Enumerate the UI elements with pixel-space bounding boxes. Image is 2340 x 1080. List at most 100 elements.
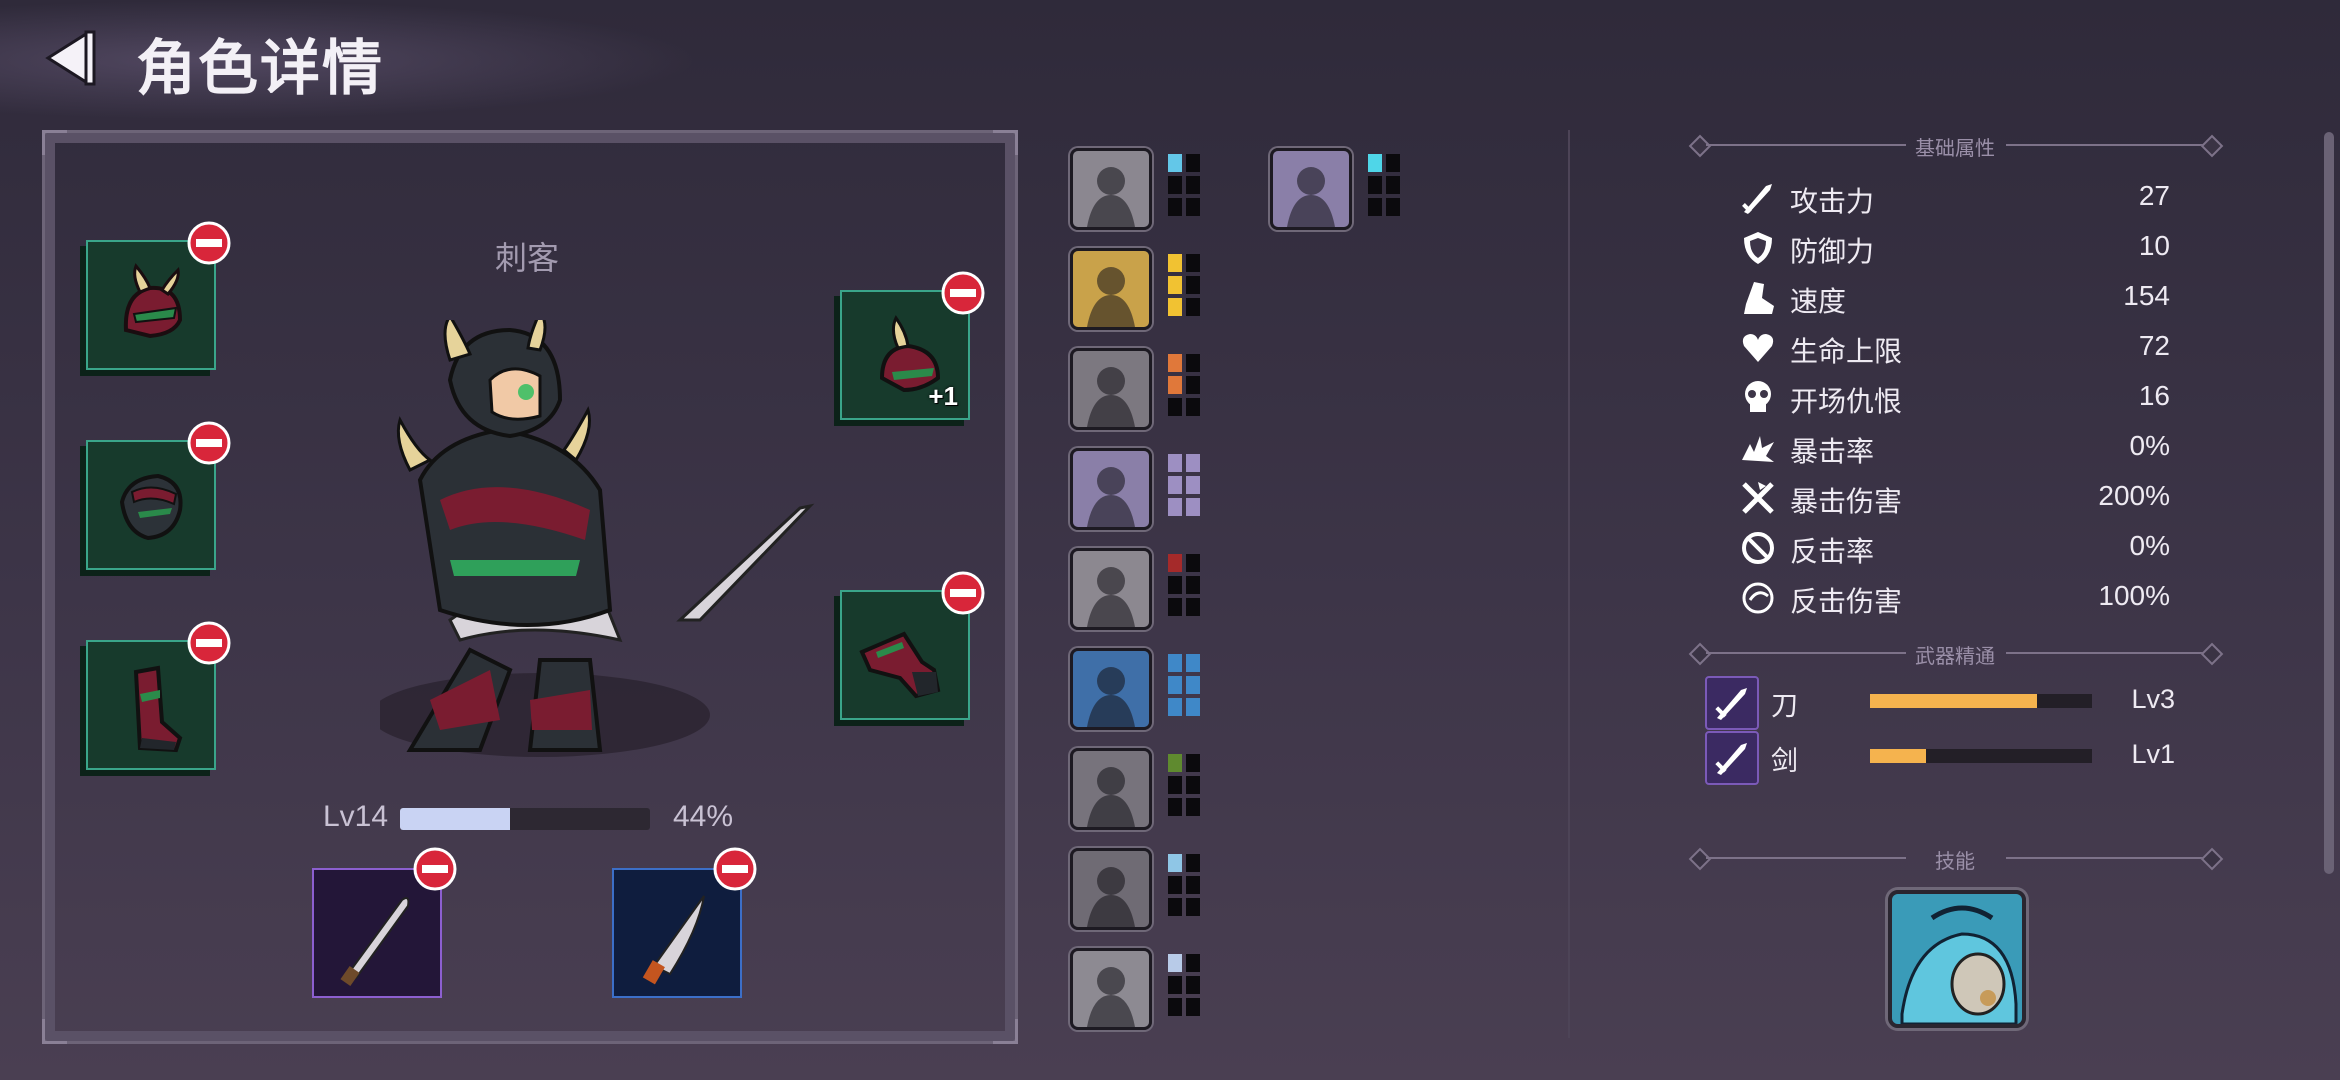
attribute-name: 攻击力: [1790, 186, 1875, 217]
trait-level-pips: [1368, 154, 1404, 220]
remove-icon: [413, 847, 457, 891]
mastery-weapon-name: 刀: [1771, 691, 1798, 721]
trait-level-pips: [1168, 354, 1204, 420]
attribute-value: 72: [2138, 330, 2170, 361]
attribute-row: 生命上限 72: [1740, 328, 2170, 368]
remove-icon: [187, 621, 231, 665]
trait-level-pips: [1168, 654, 1204, 720]
skill-slot[interactable]: [1888, 890, 2026, 1028]
punching-viking-icon[interactable]: [1070, 648, 1152, 730]
attribute-value: 10: [2138, 230, 2170, 261]
exp-percent: 44%: [673, 800, 734, 833]
remove-weapon-2-button[interactable]: [712, 846, 758, 892]
crossed-swords-icon: [1742, 482, 1774, 514]
attribute-name: 开场仇恨: [1790, 386, 1903, 417]
level-label: Lv14: [323, 800, 389, 833]
boot-icon: [1744, 282, 1774, 314]
trait-level-pips: [1168, 554, 1204, 620]
character-portrait: [380, 320, 815, 757]
armored-knight-icon[interactable]: [1070, 448, 1152, 530]
weapon-mastery-icon: [1705, 731, 1759, 785]
mastery-progress-fill: [1870, 749, 1926, 763]
attribute-value: 200%: [2098, 480, 2170, 511]
trait-level-pips: [1168, 454, 1204, 520]
class-name: 刺客: [495, 240, 560, 276]
attribute-row: 暴击伤害 200%: [1740, 478, 2170, 518]
attribute-row: 暴击率 0%: [1740, 428, 2170, 468]
mastery-progress-bar: [1870, 749, 2092, 763]
skull-icon: [1745, 381, 1771, 412]
attributes-section-header: 基础属性: [1688, 132, 2224, 160]
attribute-name: 防御力: [1790, 236, 1875, 267]
remove-gloves-button[interactable]: [940, 570, 986, 616]
blue-creature-skill-icon: [1892, 894, 2022, 1024]
remove-chest-button[interactable]: [186, 420, 232, 466]
remove-weapon-1-button[interactable]: [412, 846, 458, 892]
mastery-weapon-name: 剑: [1771, 746, 1798, 776]
shadow-figure-icon[interactable]: [1070, 348, 1152, 430]
attribute-row: 速度 154: [1740, 278, 2170, 318]
mastery-level: Lv1: [2131, 739, 2175, 769]
shield-icon: [1744, 232, 1772, 264]
attributes-section-title: 基础属性: [1915, 138, 1995, 160]
counter-icon: [1742, 532, 1774, 564]
horned-helmet-icon[interactable]: [1070, 748, 1152, 830]
mastery-progress-bar: [1870, 694, 2092, 708]
skills-section-header: 技能: [1688, 845, 2224, 873]
trait-level-pips: [1168, 954, 1204, 1020]
mastery-section-title: 武器精通: [1915, 646, 1995, 668]
counter-damage-icon: [1742, 582, 1774, 614]
attribute-value: 0%: [2129, 530, 2170, 561]
mastery-level: Lv3: [2131, 684, 2175, 714]
attribute-name: 速度: [1790, 286, 1847, 317]
attribute-value: 100%: [2098, 580, 2170, 611]
mastery-progress-fill: [1870, 694, 2037, 708]
weapon-mastery-icon: [1705, 676, 1759, 730]
attribute-row: 反击率 0%: [1740, 528, 2170, 568]
fist-raise-icon[interactable]: [1070, 148, 1152, 230]
attribute-value: 0%: [2129, 430, 2170, 461]
mastery-section-header: 武器精通: [1688, 640, 2224, 668]
attribute-value: 16: [2138, 380, 2170, 411]
mastery-row: 刀 Lv3: [1705, 676, 2175, 732]
trait-level-pips: [1168, 254, 1204, 320]
remove-shoulder-button[interactable]: [940, 270, 986, 316]
scrollbar[interactable]: [2324, 132, 2334, 874]
attribute-row: 攻击力 27: [1740, 178, 2170, 218]
mastery-row: 剑 Lv1: [1705, 731, 2175, 787]
sword-icon: [1742, 184, 1772, 214]
attribute-value: 154: [2123, 280, 2170, 311]
exp-bar: [400, 808, 650, 830]
remove-icon: [941, 571, 985, 615]
compass-shield-icon[interactable]: [1070, 948, 1152, 1030]
attribute-name: 暴击率: [1790, 436, 1875, 467]
remove-icon: [187, 221, 231, 265]
attribute-name: 生命上限: [1790, 336, 1903, 367]
remove-icon: [187, 421, 231, 465]
attribute-name: 反击伤害: [1790, 586, 1903, 617]
attribute-value: 27: [2138, 180, 2170, 211]
gargoyle-icon[interactable]: [1070, 848, 1152, 930]
panel-divider: [1568, 130, 1570, 1038]
trait-level-pips: [1168, 854, 1204, 920]
trait-level-pips: [1168, 154, 1204, 220]
crit-burst-icon: [1742, 436, 1774, 462]
remove-icon: [713, 847, 757, 891]
attribute-name: 暴击伤害: [1790, 486, 1903, 517]
trait-level-pips: [1168, 754, 1204, 820]
dagger-warrior-icon[interactable]: [1070, 248, 1152, 330]
back-button[interactable]: [40, 28, 100, 88]
crystal-ghost-icon[interactable]: [1270, 148, 1352, 230]
page-title: 角色详情: [136, 35, 384, 102]
exp-bar-fill: [400, 808, 510, 830]
sun-head-icon[interactable]: [1070, 548, 1152, 630]
remove-boots-button[interactable]: [186, 620, 232, 666]
attribute-row: 反击伤害 100%: [1740, 578, 2170, 618]
remove-helmet-button[interactable]: [186, 220, 232, 266]
remove-icon: [941, 271, 985, 315]
attribute-row: 防御力 10: [1740, 228, 2170, 268]
attribute-name: 反击率: [1790, 536, 1875, 567]
attribute-row: 开场仇恨 16: [1740, 378, 2170, 418]
back-arrow-icon: [45, 30, 96, 86]
skills-section-title: 技能: [1935, 851, 1975, 873]
